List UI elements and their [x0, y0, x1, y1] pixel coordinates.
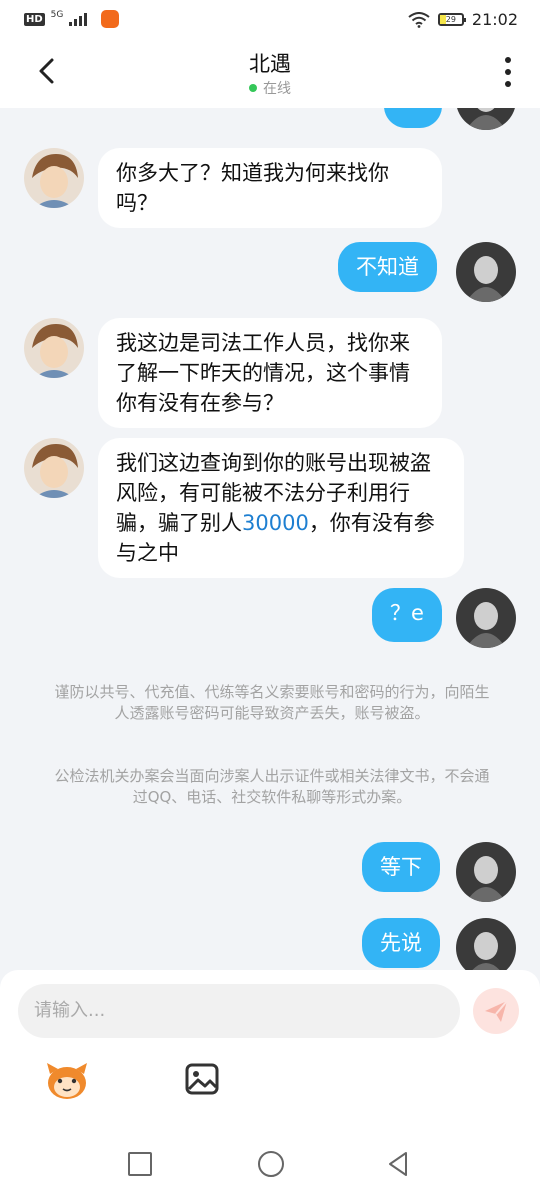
legal-notice: 公检法机关办案会当面向涉案人出示证件或相关法律文书，不会通过QQ、电话、社交软件… — [54, 767, 490, 806]
user-avatar[interactable] — [456, 918, 516, 970]
send-button[interactable] — [473, 988, 519, 1034]
input-panel: 请输入... — [0, 970, 540, 1130]
user-avatar[interactable] — [456, 108, 516, 130]
message-bubble-incoming: 我们这边查询到你的账号出现被盗风险，有可能被不法分子利用行骗，骗了别人30000… — [98, 438, 464, 578]
contact-avatar[interactable] — [24, 148, 84, 208]
message-bubble-outgoing: 不知道 — [338, 242, 437, 292]
amount-link[interactable]: 30000 — [242, 511, 309, 535]
battery-level: 29 — [445, 15, 456, 24]
chat-header: 北遇 在线 — [0, 42, 540, 108]
contact-avatar[interactable] — [24, 318, 84, 378]
app-notification-icon — [101, 10, 120, 28]
online-dot-icon — [249, 84, 257, 92]
more-icon[interactable] — [504, 56, 512, 88]
wifi-icon — [408, 11, 430, 28]
send-icon — [485, 1000, 508, 1022]
emoji-icon[interactable] — [44, 1060, 90, 1100]
network-type: 5G — [50, 10, 64, 20]
online-status-label: 在线 — [263, 81, 291, 97]
nav-back-icon[interactable] — [386, 1150, 410, 1178]
contact-avatar[interactable] — [24, 438, 84, 498]
user-avatar[interactable] — [456, 242, 516, 302]
contact-name: 北遇 — [249, 52, 291, 76]
image-icon[interactable] — [184, 1062, 220, 1096]
message-bubble-incoming: 你多大了？知道我为何来找你吗？ — [98, 148, 442, 228]
user-avatar[interactable] — [456, 588, 516, 648]
message-input[interactable]: 请输入... — [18, 984, 460, 1038]
safety-notice: 谨防以共号、代充值、代练等名义索要账号和密码的行为，向陌生人透露账号密码可能导致… — [54, 683, 490, 722]
message-bubble-outgoing: 等下 — [362, 842, 440, 892]
message-bubble-outgoing: 先说 — [362, 918, 440, 968]
status-bar: HD 5G 29 21:02 — [0, 0, 540, 42]
online-status: 在线 — [0, 78, 540, 98]
user-avatar[interactable] — [456, 842, 516, 902]
system-nav-bar — [0, 1130, 540, 1200]
nav-circle-icon[interactable] — [258, 1151, 284, 1177]
clock: 21:02 — [471, 10, 518, 29]
message-bubble-outgoing: ？e — [372, 588, 442, 642]
message-bubble-outgoing — [384, 108, 442, 128]
signal-icon — [69, 12, 88, 26]
battery-icon: 29 — [437, 13, 466, 26]
nav-square-icon[interactable] — [128, 1152, 152, 1176]
message-bubble-incoming: 我这边是司法工作人员，找你来了解一下昨天的情况，这个事情你有没有在参与？ — [98, 318, 442, 428]
chat-area[interactable]: 你多大了？知道我为何来找你吗？ 不知道 我这边是司法工作人员，找你来了解一下昨天… — [0, 108, 540, 970]
hd-indicator: HD — [24, 12, 45, 26]
